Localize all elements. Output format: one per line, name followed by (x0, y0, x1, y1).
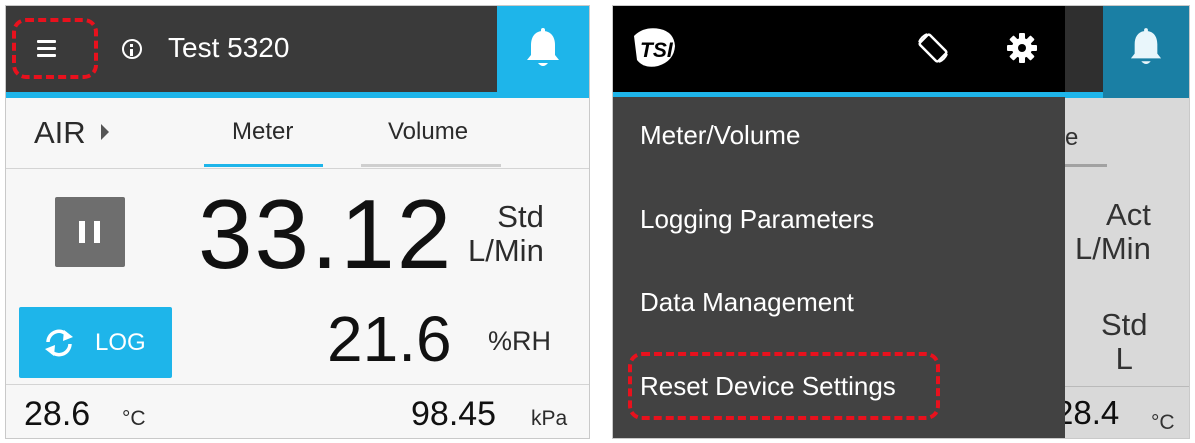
notifications-button[interactable] (497, 6, 589, 92)
pressure-unit: kPa (531, 407, 568, 430)
tab-meter-underline (204, 164, 323, 167)
bell-icon (527, 28, 559, 66)
background-notifications-button (1103, 6, 1189, 98)
tsi-logo: TSI (634, 28, 675, 67)
navigation-drawer: TSI Meter/Volume Logging Parameters Data… (613, 6, 1065, 438)
bell-icon (1130, 28, 1162, 65)
drawer-header: TSI (613, 6, 1065, 92)
meter-screen: Test 5320 AIR Meter Volume 33.12 Std L/M… (5, 5, 590, 439)
menu-item-logging-parameters[interactable]: Logging Parameters (640, 204, 874, 235)
pause-icon-bar (94, 221, 100, 243)
menu-highlight (12, 18, 98, 79)
page-title: Test 5320 (168, 32, 290, 63)
screen-rotate-icon[interactable] (915, 30, 951, 66)
gear-icon[interactable] (1006, 32, 1038, 64)
air-selector[interactable]: AIR (34, 115, 86, 151)
drawer-scrim[interactable] (1065, 98, 1189, 438)
drawer-accent-bar (613, 92, 1065, 97)
pause-button[interactable] (55, 197, 125, 267)
flow-units-line1: Std (497, 199, 544, 234)
tab-volume[interactable]: Volume (388, 118, 468, 146)
temperature-unit: °C (122, 407, 146, 430)
reset-highlight (628, 352, 940, 420)
temperature-value: 28.6 (24, 395, 91, 433)
flow-units-line2: L/Min (468, 233, 544, 268)
menu-screen: e Act L/Min Std L 28.4 °C TSI Meter/Volu… (612, 5, 1190, 439)
log-button[interactable]: LOG (19, 307, 172, 378)
tab-meter[interactable]: Meter (232, 118, 293, 146)
tabs-row: AIR Meter Volume (6, 98, 589, 169)
svg-text:TSI: TSI (640, 39, 674, 62)
refresh-icon (45, 329, 73, 357)
chevron-right-icon[interactable] (101, 124, 109, 140)
flow-units: Std L/Min (468, 200, 544, 268)
pressure-value: 98.45 (411, 395, 497, 433)
flow-value: 33.12 (198, 179, 454, 289)
tab-volume-underline (361, 164, 501, 167)
top-bar: Test 5320 (6, 6, 589, 92)
log-button-label: LOG (95, 329, 146, 356)
menu-item-data-management[interactable]: Data Management (640, 287, 854, 318)
bottom-readings: 28.6 °C 98.45 kPa (6, 384, 589, 438)
humidity-value: 21.6 (327, 303, 452, 375)
info-icon[interactable] (122, 39, 142, 59)
humidity-unit: %RH (488, 326, 552, 356)
pause-icon (79, 221, 85, 243)
menu-item-meter-volume[interactable]: Meter/Volume (640, 120, 800, 151)
